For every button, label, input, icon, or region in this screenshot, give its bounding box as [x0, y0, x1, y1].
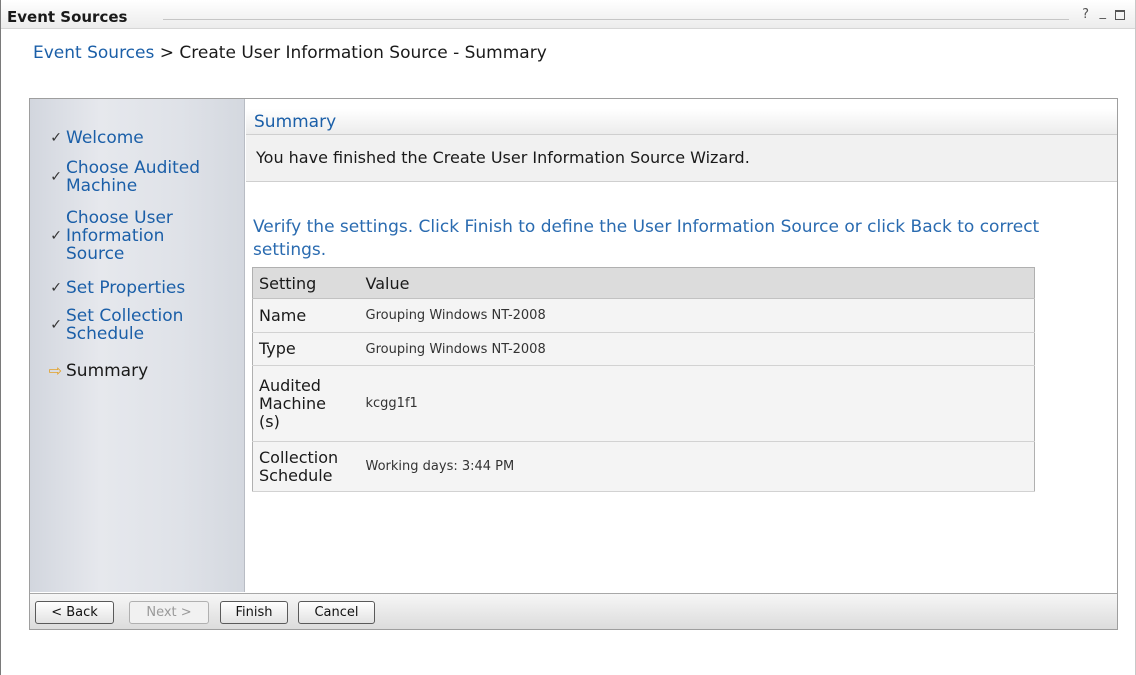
summary-header: Summary — [246, 109, 1117, 135]
setting-key: Collection Schedule — [252, 441, 360, 492]
column-header-setting: Setting — [252, 267, 360, 299]
wizard-step-label: Set Collection Schedule — [66, 306, 184, 344]
table-row: Collection Schedule Working days: 3:44 P… — [252, 441, 1035, 492]
wizard-steps-nav: ✓ Welcome ✓ Choose Audited Machine ✓ Cho… — [30, 99, 245, 592]
setting-key: Type — [252, 332, 360, 366]
table-row: Name Grouping Windows NT-2008 — [252, 298, 1035, 333]
wizard-content: Summary You have finished the Create Use… — [246, 99, 1117, 592]
maximize-icon[interactable] — [1115, 10, 1125, 20]
portlet-title: Event Sources — [7, 8, 128, 26]
summary-instruction: Verify the settings. Click Finish to def… — [253, 217, 1040, 260]
breadcrumb-event-sources-link[interactable]: Event Sources — [33, 43, 154, 63]
table-row: Audited Machine (s) kcgg1f1 — [252, 365, 1035, 442]
breadcrumb: Event Sources > Create User Information … — [33, 43, 547, 63]
setting-value: Grouping Windows NT-2008 — [359, 298, 1035, 333]
titlebar-rule — [163, 19, 1069, 20]
wizard-step-label: Summary — [66, 360, 149, 381]
summary-description-bar: You have finished the Create User Inform… — [246, 135, 1117, 182]
wizard-button-bar: < Back Next > Finish Cancel — [30, 593, 1117, 629]
setting-value: Working days: 3:44 PM — [359, 441, 1035, 492]
settings-table: Setting Value Name Grouping Windows NT-2… — [252, 267, 1035, 492]
breadcrumb-separator: > — [154, 43, 180, 63]
wizard-step-label: Choose Audited Machine — [66, 158, 200, 196]
wizard-panel: ✓ Welcome ✓ Choose Audited Machine ✓ Cho… — [29, 98, 1118, 630]
table-row: Type Grouping Windows NT-2008 — [252, 332, 1035, 366]
setting-value: kcgg1f1 — [359, 365, 1035, 442]
wizard-step-label: Set Properties — [66, 278, 186, 298]
wizard-step-summary: ⇨ Summary — [30, 361, 240, 380]
event-sources-portlet: Event Sources ? _ Event Sources > Create… — [0, 0, 1136, 675]
wizard-step-welcome[interactable]: ✓ Welcome — [30, 129, 240, 147]
wizard-step-set-properties[interactable]: ✓ Set Properties — [30, 279, 240, 297]
cancel-button[interactable]: Cancel — [298, 601, 375, 624]
column-header-value: Value — [359, 267, 1035, 299]
check-icon: ✓ — [50, 130, 62, 146]
setting-value: Grouping Windows NT-2008 — [359, 332, 1035, 366]
table-header-row: Setting Value — [252, 267, 1035, 299]
check-icon: ✓ — [50, 228, 62, 244]
summary-heading: Summary — [254, 112, 337, 132]
check-icon: ✓ — [50, 280, 62, 296]
arrow-right-icon: ⇨ — [48, 361, 62, 380]
check-icon: ✓ — [50, 169, 62, 185]
summary-description: You have finished the Create User Inform… — [256, 148, 750, 167]
check-icon: ✓ — [50, 317, 62, 333]
back-button[interactable]: < Back — [35, 601, 114, 624]
setting-key: Name — [252, 298, 360, 333]
wizard-step-choose-audited-machine[interactable]: ✓ Choose Audited Machine — [30, 159, 240, 195]
setting-key: Audited Machine (s) — [252, 365, 360, 442]
finish-button[interactable]: Finish — [220, 601, 288, 624]
minimize-icon[interactable]: _ — [1100, 6, 1107, 20]
breadcrumb-current: Create User Information Source - Summary — [179, 43, 547, 63]
next-button: Next > — [129, 601, 209, 624]
wizard-step-choose-user-information-source[interactable]: ✓ Choose User Information Source — [30, 209, 240, 263]
help-icon[interactable]: ? — [1082, 8, 1089, 22]
portlet-titlebar: Event Sources ? _ — [1, 0, 1135, 29]
wizard-step-label: Choose User Information Source — [66, 208, 173, 264]
wizard-step-label: Welcome — [66, 128, 144, 148]
wizard-step-set-collection-schedule[interactable]: ✓ Set Collection Schedule — [30, 307, 240, 343]
